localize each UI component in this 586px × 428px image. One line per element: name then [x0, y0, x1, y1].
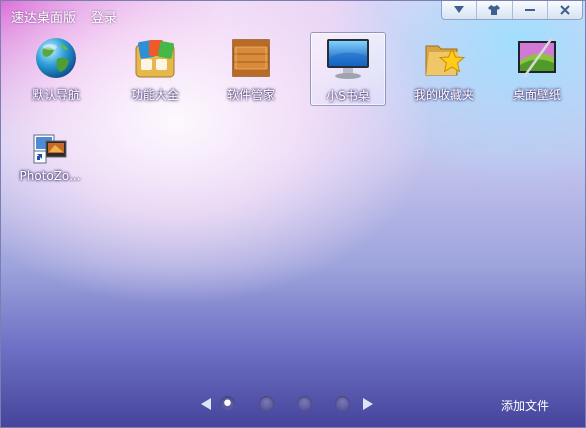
page-dot-1[interactable]	[220, 396, 235, 411]
window-controls	[441, 1, 583, 20]
wooden-box-icon	[232, 39, 270, 77]
page-dot-4[interactable]	[335, 396, 350, 411]
login-link[interactable]: 登录	[91, 7, 117, 26]
dropdown-icon	[454, 6, 465, 13]
app-small-s-desk[interactable]: 小S书桌	[310, 32, 386, 106]
minimize-button[interactable]	[511, 1, 547, 19]
monitor-icon	[327, 39, 369, 79]
app-label: 小S书桌	[326, 89, 370, 103]
app-label: 我的收藏夹	[413, 88, 474, 102]
app-desktop-wallpaper[interactable]: 桌面壁纸	[499, 32, 575, 106]
desktop-shortcut-photozoom[interactable]: PhotoZo...	[17, 131, 83, 187]
page-dot-2[interactable]	[259, 396, 274, 411]
app-label: 功能大全	[130, 88, 179, 102]
toolbox-icon	[135, 40, 175, 78]
next-page-arrow-icon[interactable]	[363, 398, 373, 410]
minimize-icon	[524, 9, 535, 11]
skin-icon	[488, 5, 501, 15]
close-button[interactable]	[546, 1, 582, 19]
add-file-button[interactable]: 添加文件	[501, 397, 549, 414]
dropdown-button[interactable]	[442, 1, 476, 19]
app-my-favorites[interactable]: 我的收藏夹	[406, 32, 482, 106]
globe-icon	[36, 38, 76, 78]
app-title: 速达桌面版	[11, 11, 77, 26]
page-dot-3[interactable]	[297, 396, 312, 411]
app-label: 默认导航	[31, 88, 80, 102]
wallpaper-icon	[518, 37, 556, 78]
previous-page-arrow-icon[interactable]	[201, 398, 211, 410]
app-software-manager[interactable]: 软件管家	[213, 32, 289, 106]
skin-button[interactable]	[476, 1, 511, 19]
close-icon	[560, 5, 570, 15]
speedda-desktop-window: 速达桌面版 登录 默认导航 功能大全 软件管家 小S书桌 我的收藏夹 桌面壁纸 …	[0, 0, 586, 428]
app-label: 软件管家	[226, 88, 275, 102]
app-icon-row: 默认导航 功能大全 软件管家 小S书桌 我的收藏夹 桌面壁纸	[1, 32, 585, 108]
app-feature-collection[interactable]: 功能大全	[117, 32, 193, 106]
star-folder-icon	[425, 45, 466, 76]
photozoom-shortcut-icon	[33, 134, 67, 164]
app-label: 桌面壁纸	[512, 88, 561, 102]
page-navigation	[199, 395, 379, 413]
app-default-navigation[interactable]: 默认导航	[18, 32, 94, 106]
shortcut-label: PhotoZo...	[19, 169, 81, 183]
